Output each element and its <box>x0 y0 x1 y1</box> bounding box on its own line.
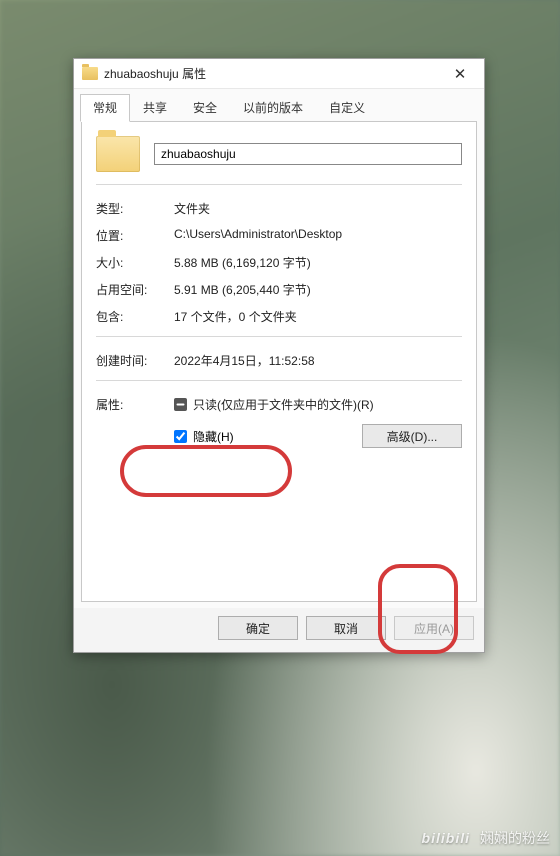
titlebar: zhuabaoshuju 属性 ✕ <box>74 59 484 89</box>
close-icon: ✕ <box>454 65 467 83</box>
ok-button[interactable]: 确定 <box>218 616 298 640</box>
sizeondisk-label: 占用空间: <box>96 281 174 298</box>
created-value: 2022年4月15日，11:52:58 <box>174 352 462 369</box>
contains-value: 17 个文件，0 个文件夹 <box>174 308 462 325</box>
size-label: 大小: <box>96 254 174 271</box>
readonly-label: 只读(仅应用于文件夹中的文件)(R) <box>193 396 374 413</box>
separator <box>96 336 462 337</box>
tab-panel-general: 类型: 文件夹 位置: C:\Users\Administrator\Deskt… <box>81 121 477 602</box>
size-value: 5.88 MB (6,169,120 字节) <box>174 254 462 271</box>
type-value: 文件夹 <box>174 200 462 217</box>
hidden-label: 隐藏(H) <box>193 428 234 445</box>
properties-dialog: zhuabaoshuju 属性 ✕ 常规 共享 安全 以前的版本 自定义 类型:… <box>73 58 485 653</box>
window-title: zhuabaoshuju 属性 <box>104 65 438 82</box>
readonly-checkbox[interactable] <box>174 398 187 411</box>
attributes-label: 属性: <box>96 396 174 413</box>
separator <box>96 184 462 185</box>
sizeondisk-value: 5.91 MB (6,205,440 字节) <box>174 281 462 298</box>
tab-strip: 常规 共享 安全 以前的版本 自定义 <box>74 89 484 121</box>
tab-general[interactable]: 常规 <box>80 94 130 122</box>
folder-icon <box>82 67 98 80</box>
hidden-checkbox[interactable] <box>174 430 187 443</box>
location-value: C:\Users\Administrator\Desktop <box>174 227 462 244</box>
folder-large-icon <box>96 136 140 172</box>
close-button[interactable]: ✕ <box>438 60 482 88</box>
tab-customize[interactable]: 自定义 <box>316 94 378 122</box>
separator <box>96 380 462 381</box>
tab-previous-versions[interactable]: 以前的版本 <box>230 94 316 122</box>
cancel-button[interactable]: 取消 <box>306 616 386 640</box>
watermark-text: 娴娴的粉丝 <box>480 828 550 848</box>
dialog-footer: 确定 取消 应用(A) <box>74 608 484 652</box>
created-label: 创建时间: <box>96 352 174 369</box>
apply-button[interactable]: 应用(A) <box>394 616 474 640</box>
type-label: 类型: <box>96 200 174 217</box>
watermark-logo: bilibili <box>422 830 470 846</box>
location-label: 位置: <box>96 227 174 244</box>
folder-name-input[interactable] <box>154 143 462 165</box>
advanced-button[interactable]: 高级(D)... <box>362 424 462 448</box>
contains-label: 包含: <box>96 308 174 325</box>
watermark: bilibili 娴娴的粉丝 <box>422 828 550 848</box>
tab-sharing[interactable]: 共享 <box>130 94 180 122</box>
tab-security[interactable]: 安全 <box>180 94 230 122</box>
